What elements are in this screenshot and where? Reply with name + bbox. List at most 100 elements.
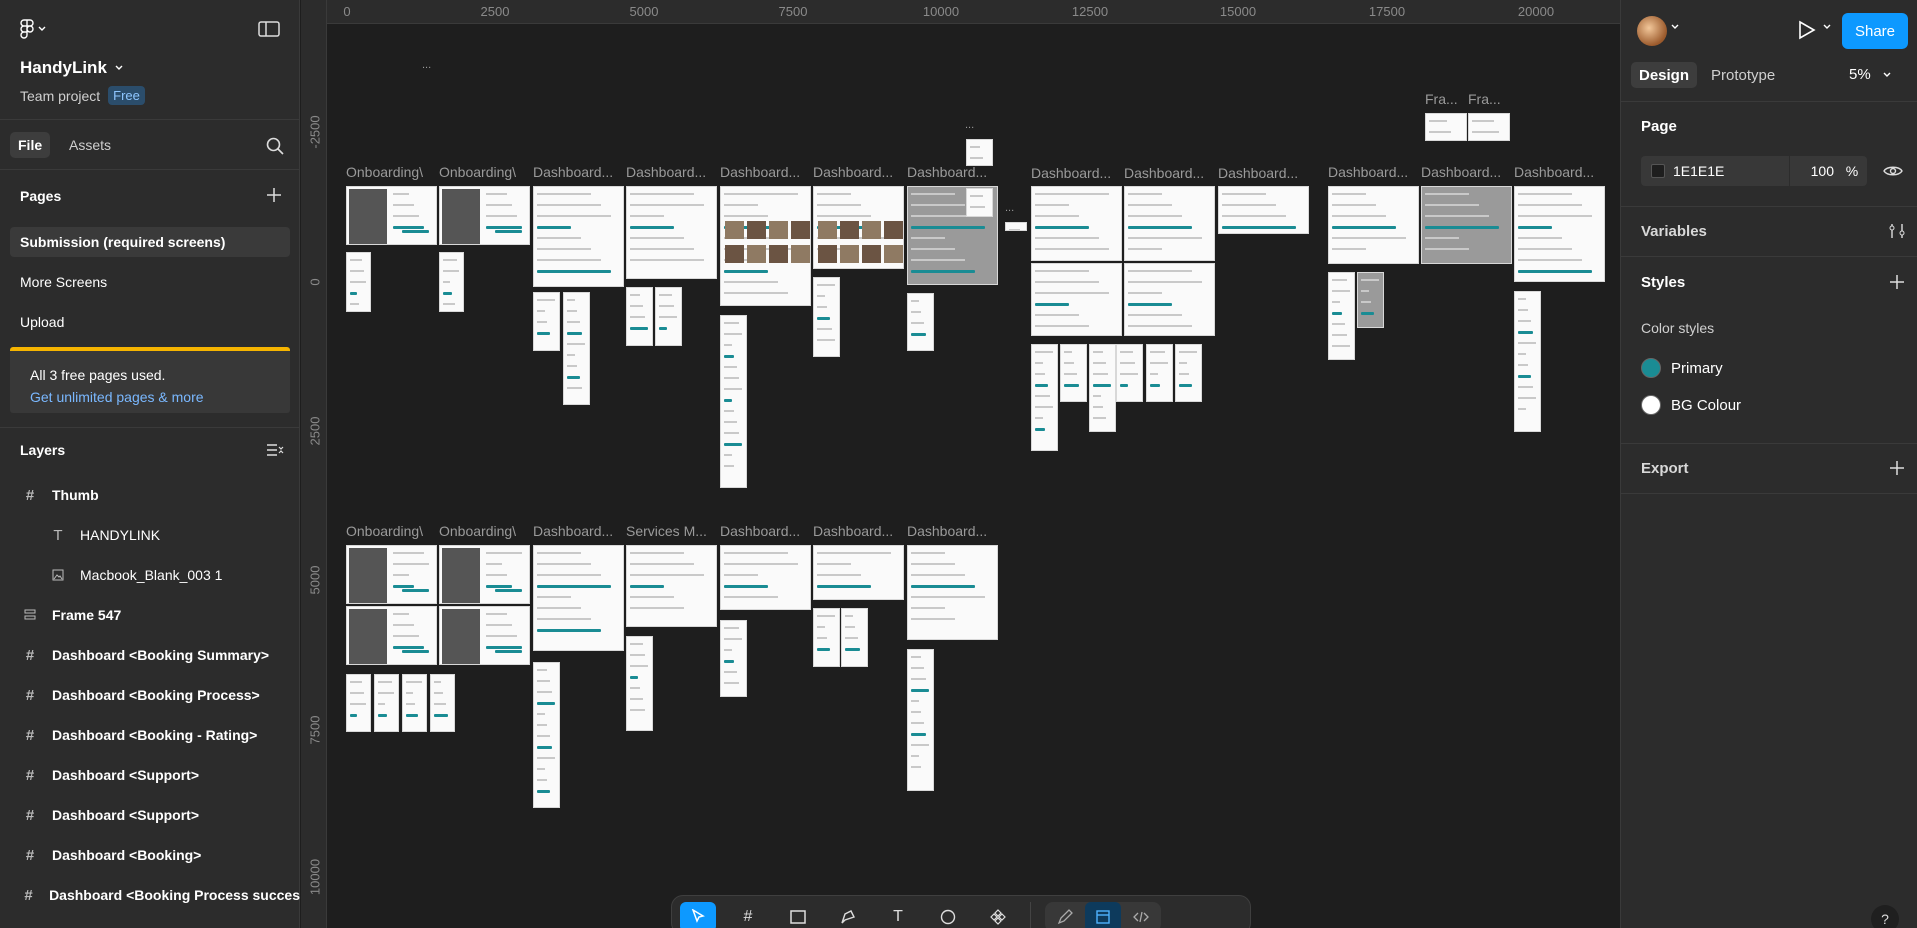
help-button[interactable]: ? <box>1871 905 1899 928</box>
design-frame-thumbnail[interactable] <box>563 292 590 405</box>
ellipsis-label[interactable]: ... <box>422 59 431 71</box>
design-frame-thumbnail[interactable] <box>1218 186 1309 234</box>
design-frame-thumbnail[interactable] <box>1005 222 1027 231</box>
draw-mode-button[interactable] <box>1047 902 1083 928</box>
text-tool[interactable]: T <box>880 902 916 928</box>
tab-file[interactable]: File <box>10 132 51 158</box>
fill-swatch[interactable] <box>1651 164 1665 178</box>
add-export-icon[interactable] <box>1889 460 1905 476</box>
design-frame-thumbnail[interactable] <box>346 674 371 732</box>
design-frame-thumbnail[interactable] <box>1514 186 1605 282</box>
add-page-icon[interactable] <box>266 187 282 203</box>
design-frame-thumbnail[interactable] <box>626 636 653 731</box>
fill-opacity-value[interactable]: 100 <box>1790 163 1840 179</box>
layer-item[interactable]: # Dashboard <Support> <box>0 798 300 832</box>
design-frame-thumbnail[interactable] <box>907 649 934 791</box>
layer-item[interactable]: T HANDYLINK <box>0 518 300 552</box>
main-menu-button[interactable] <box>20 18 56 40</box>
design-frame-thumbnail[interactable] <box>533 186 624 287</box>
present-play-icon[interactable] <box>1791 18 1819 42</box>
design-frame-thumbnail[interactable] <box>907 545 998 640</box>
project-title[interactable]: HandyLink <box>20 58 123 78</box>
design-mode-button[interactable] <box>1085 902 1121 928</box>
tab-prototype[interactable]: Prototype <box>1703 62 1783 88</box>
design-frame-thumbnail[interactable] <box>402 674 427 732</box>
frame-label[interactable]: Dashboard... <box>907 164 995 180</box>
layer-item[interactable]: Macbook_Blank_003 1 <box>0 558 300 592</box>
variables-icon[interactable] <box>1889 223 1905 239</box>
design-frame-thumbnail[interactable] <box>1425 113 1467 141</box>
search-icon[interactable] <box>266 137 284 155</box>
design-canvas[interactable]: Onboarding\ Onboarding\ Dashboard... Das… <box>301 0 1620 928</box>
design-frame-thumbnail[interactable] <box>1357 272 1384 328</box>
frame-label[interactable]: Dashboard... <box>533 523 621 539</box>
page-fill-field[interactable]: 1E1E1E 100 % <box>1641 156 1867 186</box>
design-frame-thumbnail[interactable] <box>439 545 530 604</box>
ellipsis-label[interactable]: ... <box>1005 202 1014 214</box>
layer-item[interactable]: # Thumb <box>0 478 300 512</box>
chevron-down-icon[interactable] <box>1671 24 1679 30</box>
frame-label[interactable]: Dashboard... <box>907 523 995 539</box>
design-frame-thumbnail[interactable] <box>430 674 455 732</box>
eye-icon[interactable] <box>1883 163 1903 179</box>
page-item-upload[interactable]: Upload <box>10 307 290 337</box>
tab-assets[interactable]: Assets <box>61 132 119 158</box>
design-frame-thumbnail[interactable] <box>966 188 993 217</box>
design-frame-thumbnail[interactable] <box>813 186 904 269</box>
design-frame-thumbnail[interactable] <box>813 545 904 600</box>
design-frame-thumbnail[interactable] <box>374 674 399 732</box>
design-frame-thumbnail[interactable] <box>1031 186 1122 261</box>
design-frame-thumbnail[interactable] <box>720 620 747 697</box>
frame-label[interactable]: Dashboard... <box>1328 164 1416 180</box>
design-frame-thumbnail[interactable] <box>1031 344 1058 451</box>
frame-label[interactable]: Onboarding\ <box>439 164 524 180</box>
frame-label[interactable]: Services M... <box>626 523 714 539</box>
layer-item[interactable]: # Dashboard <Booking Process succes <box>0 878 300 912</box>
frame-tool[interactable]: # <box>730 902 766 928</box>
page-item-submission[interactable]: Submission (required screens) <box>10 227 290 257</box>
frame-label[interactable]: Onboarding\ <box>346 523 431 539</box>
pen-tool[interactable] <box>830 902 866 928</box>
design-frame-thumbnail[interactable] <box>1031 263 1122 336</box>
design-frame-thumbnail[interactable] <box>1328 186 1419 264</box>
layer-item[interactable]: # Dashboard <Booking Process> <box>0 678 300 712</box>
design-frame-thumbnail[interactable] <box>1421 186 1512 264</box>
move-tool[interactable] <box>680 902 716 928</box>
design-frame-thumbnail[interactable] <box>439 252 464 312</box>
frame-label[interactable]: Dashboard... <box>533 164 621 180</box>
design-frame-thumbnail[interactable] <box>626 287 653 346</box>
color-style-primary[interactable]: Primary <box>1641 358 1723 378</box>
upgrade-link[interactable]: Get unlimited pages & more <box>30 389 290 405</box>
design-frame-thumbnail[interactable] <box>841 608 868 667</box>
design-frame-thumbnail[interactable] <box>346 186 437 245</box>
add-style-icon[interactable] <box>1889 274 1905 290</box>
design-frame-thumbnail[interactable] <box>1328 272 1355 360</box>
frame-label[interactable]: Dashboard... <box>1218 165 1306 181</box>
frame-label[interactable]: Dashboard... <box>813 523 901 539</box>
design-frame-thumbnail[interactable] <box>1060 344 1087 402</box>
design-frame-thumbnail[interactable] <box>626 545 717 627</box>
layers-options-icon[interactable] <box>266 442 284 458</box>
design-frame-thumbnail[interactable] <box>1468 113 1510 141</box>
design-frame-thumbnail[interactable] <box>439 606 530 665</box>
ellipsis-label[interactable]: ... <box>965 119 974 131</box>
design-frame-thumbnail[interactable] <box>720 315 747 488</box>
design-frame-thumbnail[interactable] <box>1146 344 1173 402</box>
design-frame-thumbnail[interactable] <box>1175 344 1202 402</box>
comment-tool[interactable] <box>930 902 966 928</box>
design-frame-thumbnail[interactable] <box>1514 291 1541 432</box>
design-frame-thumbnail[interactable] <box>626 186 717 279</box>
zoom-dropdown[interactable]: 5% <box>1849 66 1891 83</box>
design-frame-thumbnail[interactable] <box>720 186 811 306</box>
design-frame-thumbnail[interactable] <box>1124 263 1215 336</box>
layer-item[interactable]: Frame 547 <box>0 598 300 632</box>
design-frame-thumbnail[interactable] <box>346 606 437 665</box>
design-frame-thumbnail[interactable] <box>439 186 530 245</box>
frame-label[interactable]: Dashboard... <box>1421 164 1509 180</box>
design-frame-thumbnail[interactable] <box>1089 344 1116 432</box>
design-frame-thumbnail[interactable] <box>655 287 682 346</box>
layer-item[interactable]: # Dashboard <Support> <box>0 758 300 792</box>
frame-label[interactable]: Dashboard... <box>1124 165 1212 181</box>
toggle-sidebar-icon[interactable] <box>258 20 280 38</box>
design-frame-thumbnail[interactable] <box>966 139 993 166</box>
